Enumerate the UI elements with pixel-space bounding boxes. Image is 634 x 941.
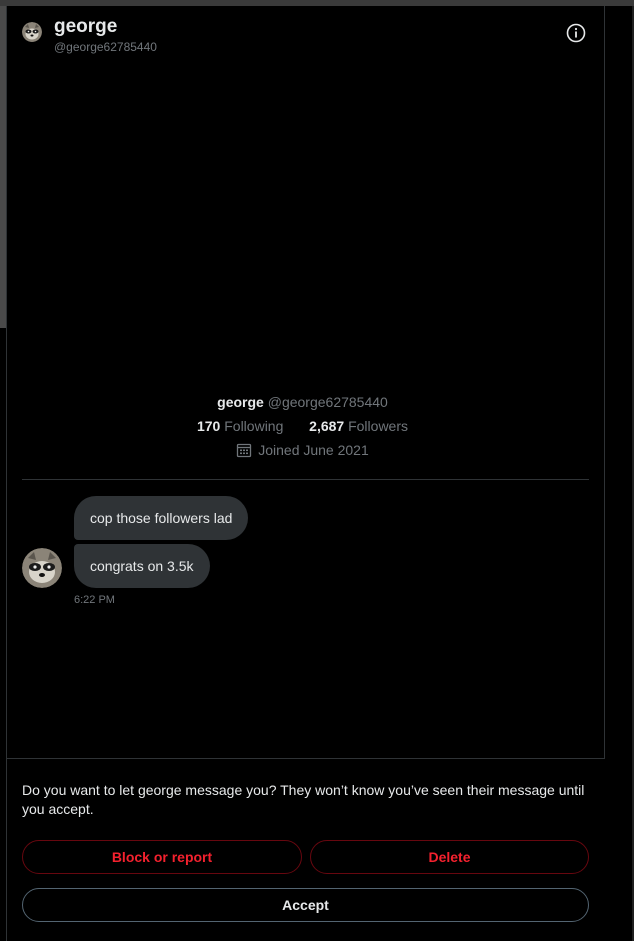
following-stat[interactable]: 170 Following	[197, 418, 287, 434]
header-handle: @george62785440	[54, 40, 157, 54]
calendar-icon	[236, 442, 252, 458]
sender-avatar[interactable]	[22, 548, 62, 588]
profile-name[interactable]: george	[217, 394, 264, 410]
following-count: 170	[196, 418, 221, 434]
message-request-prompt: Do you want to let george message you? T…	[22, 782, 585, 817]
block-or-report-button[interactable]: Block or report	[22, 840, 302, 874]
message-timestamp: 6:22 PM	[74, 594, 115, 606]
delete-button[interactable]: Delete	[310, 840, 589, 874]
followers-count: 2,687	[309, 418, 345, 434]
right-border	[604, 6, 605, 758]
message-bubble[interactable]: cop those followers lad	[74, 496, 249, 540]
left-border	[6, 6, 7, 941]
header-avatar[interactable]	[22, 22, 42, 42]
profile-joined-line: Joined June 2021	[0, 441, 605, 462]
profile-handle: @george62785440	[267, 394, 388, 410]
dm-conversation-window: george @george62785440 george @george627…	[0, 0, 634, 941]
profile-name-line[interactable]: george @george62785440	[0, 393, 605, 411]
top-scrollbar-strip	[0, 0, 634, 6]
request-panel-divider	[6, 758, 605, 759]
message-bubble[interactable]: congrats on 3.5k	[74, 544, 210, 588]
following-label: Following	[224, 418, 284, 434]
followers-label: Followers	[348, 418, 408, 434]
followers-stat[interactable]: 2,687 Followers	[309, 418, 408, 434]
profile-divider	[22, 479, 589, 480]
header-name[interactable]: george	[54, 15, 117, 39]
profile-stats: 170 Following 2,687 Followers	[0, 417, 605, 435]
joined-date: Joined June 2021	[258, 442, 369, 458]
accept-button[interactable]: Accept	[22, 888, 589, 922]
info-icon[interactable]	[566, 23, 586, 43]
